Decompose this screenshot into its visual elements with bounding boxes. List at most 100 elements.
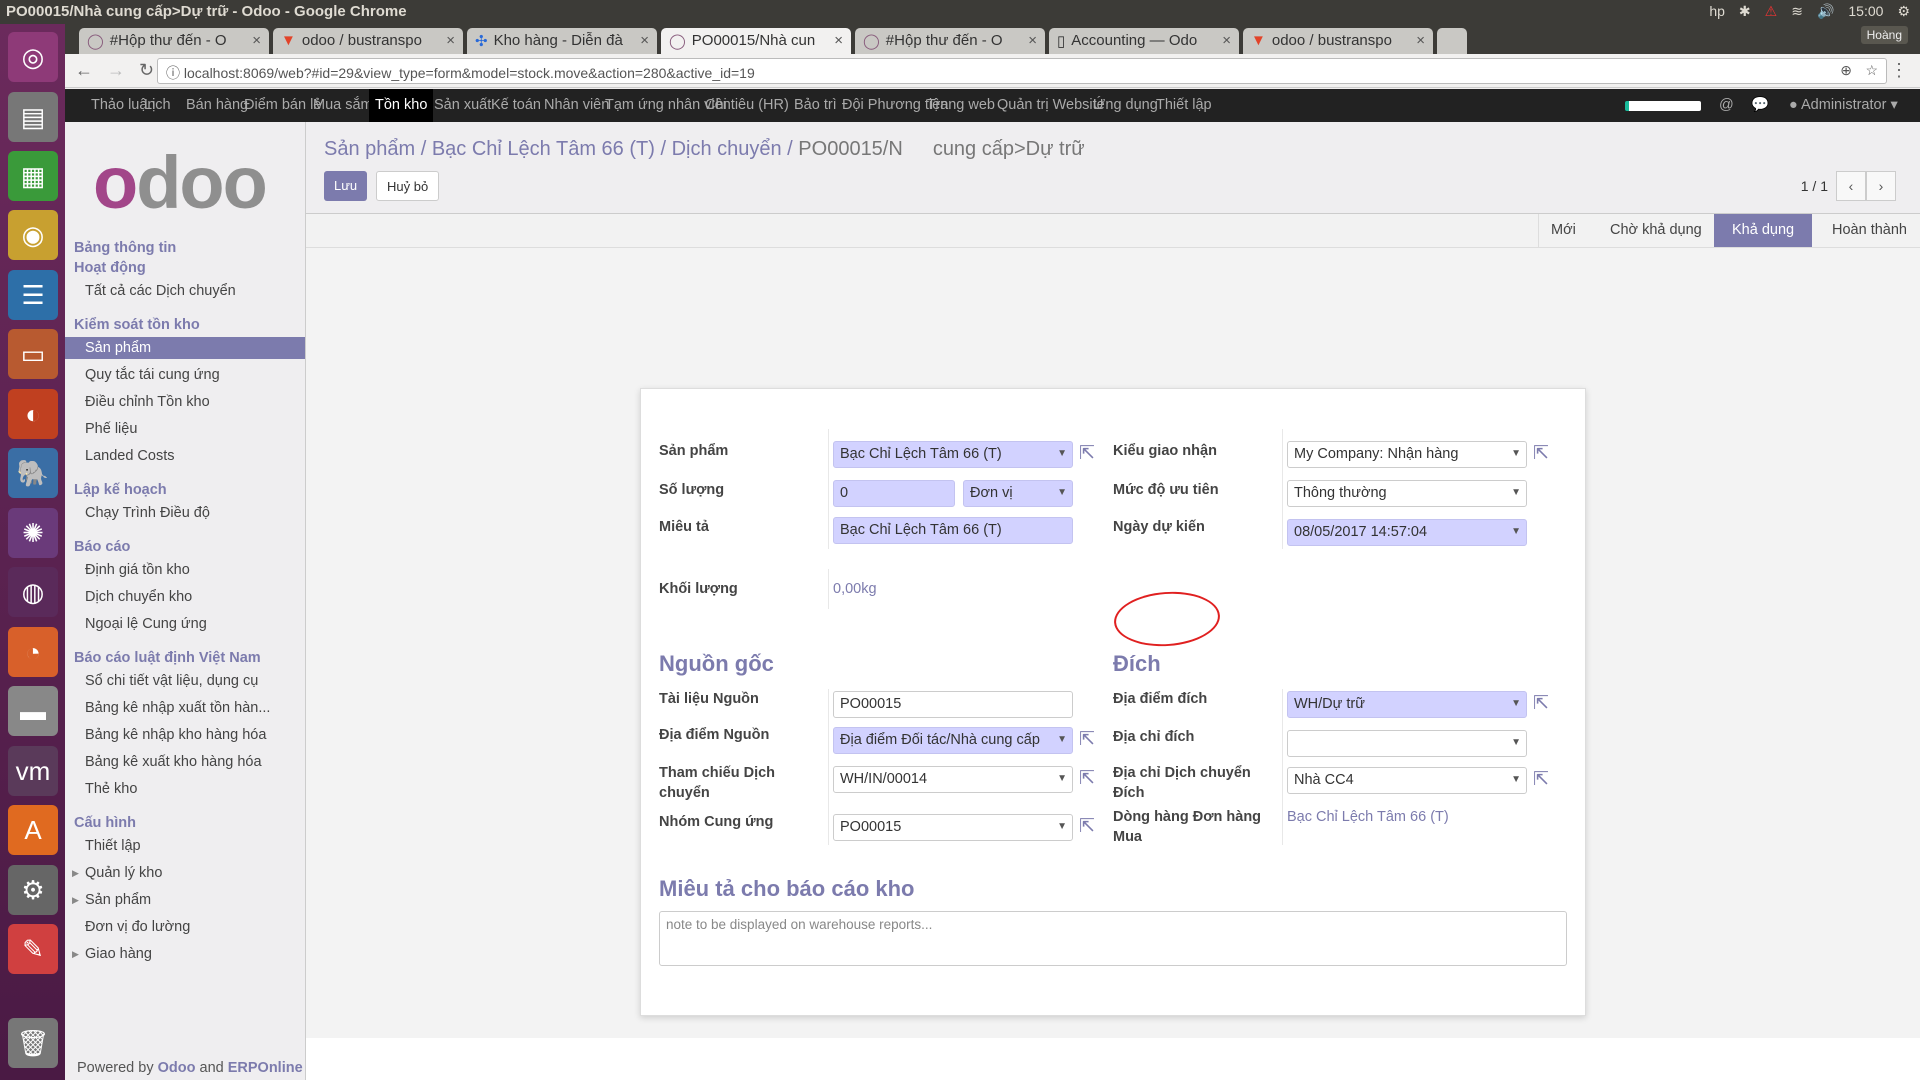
sidebar-item[interactable]: ▶ Quản lý kho	[65, 862, 305, 884]
ubuntu-dash-icon[interactable]: ◎	[8, 32, 58, 82]
software-center-icon[interactable]: A	[8, 805, 58, 855]
dropdown-caret-icon[interactable]: ▼	[1511, 526, 1521, 537]
odoo-link[interactable]: Odoo	[158, 1060, 196, 1076]
bookmark-star-icon[interactable]: ☆	[1865, 62, 1878, 79]
expand-arrow-icon[interactable]: ▶	[72, 862, 79, 884]
stage-done[interactable]: Hoàn thành	[1820, 214, 1919, 247]
dropdown-caret-icon[interactable]: ▼	[1057, 821, 1067, 832]
zoom-icon[interactable]: ⊕	[1840, 62, 1852, 79]
mention-icon[interactable]: @	[1713, 89, 1740, 122]
save-button[interactable]: Lưu	[324, 171, 368, 201]
breadcrumb-item[interactable]: Dịch chuyển	[672, 138, 782, 160]
breadcrumb-item[interactable]: Sản phẩm	[324, 138, 415, 160]
sidebar-item[interactable]: Chạy Trình Điều độ	[65, 502, 305, 524]
sidebar-item[interactable]: Landed Costs	[65, 445, 305, 467]
dest-address-field[interactable]: ▼	[1287, 730, 1527, 757]
origin-input[interactable]: PO00015	[833, 691, 1073, 718]
sidebar-section-title[interactable]: Báo cáo	[74, 539, 130, 555]
trash-icon[interactable]: 🗑	[8, 1018, 58, 1068]
forward-icon[interactable]: →	[107, 60, 125, 81]
sidebar-section-title[interactable]: Cấu hình	[74, 815, 136, 831]
source-location-field[interactable]: Địa điểm Đối tác/Nhà cung cấp ▼	[833, 727, 1073, 754]
spreadsheet-icon[interactable]: ▦	[8, 151, 58, 201]
sidebar-item[interactable]: ▶ Giao hàng	[65, 943, 305, 965]
close-tab-icon[interactable]: ×	[834, 32, 843, 52]
close-tab-icon[interactable]: ×	[640, 32, 649, 50]
dest-location-field[interactable]: WH/Dự trữ ▼	[1287, 691, 1527, 718]
top-menu-item[interactable]: Tồn kho	[369, 89, 434, 122]
top-menu-item[interactable]: Mua sắm	[307, 89, 379, 122]
picking-type-field[interactable]: My Company: Nhận hàng ▼	[1287, 441, 1527, 468]
external-link-icon[interactable]: ⇱	[1079, 443, 1101, 465]
sidebar-item[interactable]: Quy tắc tái cung ứng	[65, 364, 305, 386]
top-menu-item[interactable]: Thiết lập	[1150, 89, 1218, 122]
dropdown-caret-icon[interactable]: ▼	[1511, 774, 1521, 785]
discard-button[interactable]: Huỷ bỏ	[376, 171, 440, 201]
warning-icon[interactable]: ⚠	[1765, 3, 1778, 20]
sidebar-section-title[interactable]: Hoạt động	[74, 260, 146, 276]
top-menu-item[interactable]: Lịch	[138, 89, 177, 122]
external-link-icon[interactable]: ⇱	[1079, 816, 1101, 838]
close-tab-icon[interactable]: ×	[1222, 32, 1231, 50]
dropdown-caret-icon[interactable]: ▼	[1511, 737, 1521, 748]
pager-previous-icon[interactable]: ‹	[1836, 171, 1866, 201]
external-link-icon[interactable]: ⇱	[1533, 769, 1555, 791]
dropdown-caret-icon[interactable]: ▼	[1511, 448, 1521, 459]
sidebar-item[interactable]: Sổ chi tiết vật liệu, dụng cụ	[65, 670, 305, 692]
wifi-icon[interactable]: ≋	[1791, 3, 1803, 20]
top-menu-item[interactable]: Chi tiêu (HR)	[699, 89, 795, 122]
description-input[interactable]: Bạc Chỉ Lệch Tâm 66 (T)	[833, 517, 1073, 544]
postgresql-icon[interactable]: 🐘	[8, 448, 58, 498]
procurement-group-field[interactable]: PO00015 ▼	[833, 814, 1073, 841]
bluetooth-icon[interactable]: ✱	[1739, 3, 1751, 20]
browser-tab[interactable]: ▯ Accounting — Odo ×	[1049, 28, 1239, 54]
note-textarea[interactable]: note to be displayed on warehouse report…	[659, 911, 1567, 966]
sidebar-item[interactable]: Bảng kê nhập xuất tồn hàn...	[65, 697, 305, 719]
close-tab-icon[interactable]: ×	[1028, 32, 1037, 50]
sidebar-item[interactable]: Bảng kê xuất kho hàng hóa	[65, 751, 305, 773]
dropdown-caret-icon[interactable]: ▼	[1057, 773, 1067, 784]
browser-tab[interactable]: ▼ odoo / bustranspo ×	[1243, 28, 1433, 54]
external-link-icon[interactable]: ⇱	[1533, 693, 1555, 715]
drive-icon[interactable]: ▬	[8, 686, 58, 736]
impress-icon[interactable]: ▭	[8, 329, 58, 379]
top-menu-item[interactable]: Trang web	[921, 89, 1001, 122]
close-tab-icon[interactable]: ×	[1416, 32, 1425, 50]
browser-tab-active[interactable]: ◯ PO00015/Nhà cun ×	[661, 28, 851, 56]
url-input[interactable]: ⓘ localhost:8069/web?#id=29&view_type=fo…	[157, 58, 1887, 84]
dropdown-caret-icon[interactable]: ▼	[1511, 698, 1521, 709]
pager-value[interactable]: 1 / 1	[1801, 178, 1828, 194]
move-dest-address-field[interactable]: Nhà CC4 ▼	[1287, 767, 1527, 794]
reload-icon[interactable]: ↻	[139, 60, 154, 81]
user-menu[interactable]: ● Administrator ▾	[1783, 89, 1904, 122]
back-icon[interactable]: ←	[75, 60, 93, 81]
eclipse-icon[interactable]: ◐	[8, 389, 58, 439]
stage-waiting[interactable]: Chờ khả dụng	[1598, 214, 1714, 247]
hp-icon[interactable]: hp	[1709, 3, 1725, 20]
uom-select[interactable]: Đơn vị ▼	[963, 480, 1073, 507]
close-tab-icon[interactable]: ×	[446, 32, 455, 50]
files-icon[interactable]: ▤	[8, 92, 58, 142]
close-tab-icon[interactable]: ×	[252, 32, 261, 50]
dropdown-caret-icon[interactable]: ▼	[1511, 487, 1521, 498]
sidebar-item[interactable]: Bảng kê nhập kho hàng hóa	[65, 724, 305, 746]
external-link-icon[interactable]: ⇱	[1079, 729, 1101, 751]
breadcrumb-item[interactable]: Bạc Chỉ Lệch Tâm 66 (T)	[432, 138, 655, 160]
dropdown-caret-icon[interactable]: ▼	[1057, 487, 1067, 498]
sidebar-section-title[interactable]: Bảng thông tin	[74, 240, 176, 256]
date-expected-picker[interactable]: 08/05/2017 14:57:04 ▼	[1287, 519, 1527, 546]
sidebar-item[interactable]: ▶ Sản phẩm	[65, 889, 305, 911]
product-field[interactable]: Bạc Chỉ Lệch Tâm 66 (T) ▼	[833, 441, 1073, 468]
browser-tab[interactable]: ▼ odoo / bustranspo ×	[273, 28, 463, 54]
clock[interactable]: 15:00	[1848, 3, 1883, 20]
top-menu-item[interactable]: Bảo trì	[788, 89, 843, 122]
expand-arrow-icon[interactable]: ▶	[72, 889, 79, 911]
sidebar-section-title[interactable]: Báo cáo luật định Việt Nam	[74, 650, 261, 666]
external-link-icon[interactable]: ⇱	[1533, 443, 1555, 465]
stage-available[interactable]: Khả dụng	[1714, 214, 1813, 247]
sidebar-item[interactable]: Ngoại lệ Cung ứng	[65, 613, 305, 635]
document-viewer-icon[interactable]: ✎	[8, 924, 58, 974]
chrome-profile-button[interactable]: Hoàng	[1860, 26, 1908, 44]
volume-icon[interactable]: 🔊	[1817, 3, 1834, 20]
sidebar-item[interactable]: Thiết lập	[65, 835, 305, 857]
